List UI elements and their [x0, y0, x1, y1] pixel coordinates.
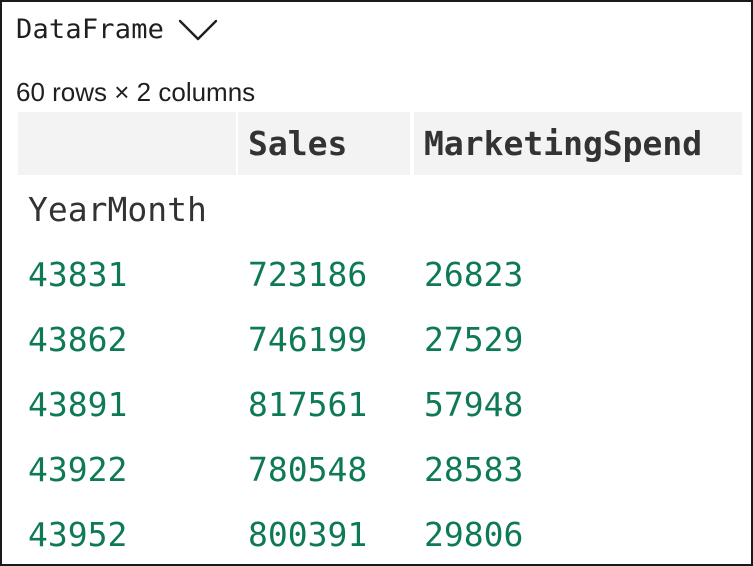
marketingspend-cell: 26823: [424, 255, 524, 294]
row-index-cell: 43831: [28, 255, 128, 294]
column-header-label: MarketingSpend: [424, 124, 703, 163]
row-index-cell: 43952: [28, 515, 128, 554]
column-header-label: Sales: [248, 124, 348, 163]
dataframe-header[interactable]: DataFrame: [16, 14, 218, 45]
dataframe-shape-label: 60 rows × 2 columns: [16, 77, 256, 107]
marketingspend-cell: 29806: [424, 515, 524, 554]
row-index-cell: 43922: [28, 450, 128, 489]
dataframe-title: DataFrame: [16, 14, 165, 45]
sales-cell: 746199: [248, 320, 368, 359]
marketingspend-cell: 57948: [424, 385, 524, 424]
sales-cell: 800391: [248, 515, 368, 554]
row-index-cell: 43891: [28, 385, 128, 424]
row-index-cell: 43862: [28, 320, 128, 359]
column-header-index: [18, 112, 236, 175]
column-header-sales[interactable]: Sales: [238, 112, 410, 175]
column-header-marketingspend[interactable]: MarketingSpend: [414, 112, 742, 175]
sales-cell: 780548: [248, 450, 368, 489]
chevron-down-icon[interactable]: [178, 17, 218, 43]
marketingspend-cell: 28583: [424, 450, 524, 489]
sales-cell: 817561: [248, 385, 368, 424]
marketingspend-cell: 27529: [424, 320, 524, 359]
dataframe-viewer: DataFrame 60 rows × 2 columns Sales Mark…: [0, 0, 753, 566]
index-name-label: YearMonth: [28, 190, 207, 229]
sales-cell: 723186: [248, 255, 368, 294]
